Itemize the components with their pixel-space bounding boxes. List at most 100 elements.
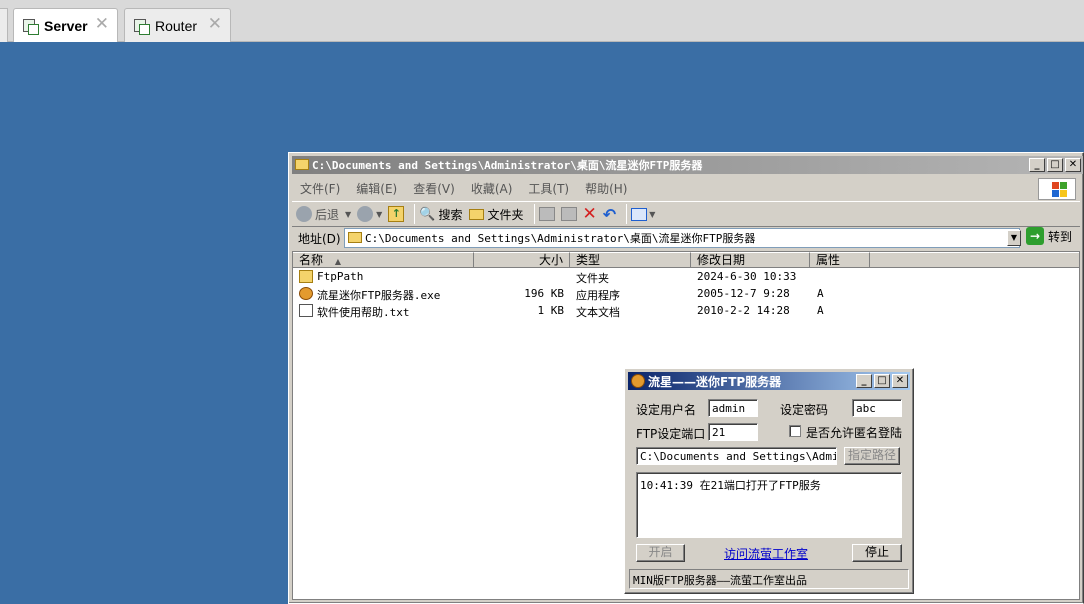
stop-button[interactable]: 停止	[852, 544, 902, 562]
views-icon	[631, 207, 648, 221]
file-attributes: A	[817, 287, 824, 300]
toolbar-separator	[533, 204, 535, 224]
file-attributes: A	[817, 304, 824, 317]
file-name: 流星迷你FTP服务器.exe	[317, 289, 441, 302]
file-size: 1 KB	[537, 304, 565, 317]
status-bar: MIN版FTP服务器——流萤工作室出品	[629, 569, 909, 589]
close-tab-icon[interactable]: ✕	[208, 14, 222, 34]
folder-icon	[468, 208, 484, 220]
maximize-button[interactable]: □	[874, 374, 890, 388]
password-input[interactable]: abc	[852, 399, 902, 417]
file-row[interactable]: 软件使用帮助.txt 1 KB 文本文档 2010-2-2 14:28 A	[293, 303, 1073, 320]
file-modified: 2005-12-7 9:28	[697, 287, 790, 300]
ftp-server-dialog: 流星——迷你FTP服务器 _ □ ✕ 设定用户名 admin 设定密码 abc …	[624, 368, 914, 594]
views-button[interactable]: ▼	[631, 207, 656, 221]
delete-button[interactable]: ✕	[583, 204, 597, 224]
column-header-empty	[870, 252, 1079, 268]
file-size: 196 KB	[524, 287, 564, 300]
copy-to-icon	[560, 207, 577, 221]
file-type: 应用程序	[576, 289, 620, 302]
toolbar: 后退 ▼ ▼ ↑ 🔍 搜索 文件夹 ✕ ↶ ▼	[292, 201, 1080, 227]
forward-arrow-icon	[357, 206, 374, 222]
app-icon	[299, 287, 313, 300]
go-arrow-icon: →	[1026, 227, 1044, 245]
back-button[interactable]: 后退 ▼	[296, 206, 351, 223]
column-header-name[interactable]: 名称 ▲	[293, 252, 474, 268]
folders-button[interactable]: 文件夹	[468, 206, 524, 223]
file-type: 文件夹	[576, 272, 609, 285]
host-tab-router[interactable]: Router ✕	[124, 8, 231, 42]
file-type: 文本文档	[576, 306, 620, 319]
close-button[interactable]: ✕	[892, 374, 908, 388]
column-header-size[interactable]: 大小	[474, 252, 570, 268]
studio-link[interactable]: 访问流萤工作室	[724, 545, 808, 562]
forward-button[interactable]: ▼	[357, 206, 382, 222]
sort-ascending-icon: ▲	[334, 257, 341, 266]
set-path-button[interactable]: 指定路径	[844, 447, 900, 465]
dropdown-arrow-icon: ▼	[649, 209, 656, 219]
address-input[interactable]: C:\Documents and Settings\Administrator\…	[344, 228, 1020, 248]
move-to-button[interactable]	[538, 207, 555, 221]
delete-x-icon: ✕	[582, 204, 597, 224]
host-tab-server[interactable]: Server ✕	[13, 8, 118, 42]
menu-favorites[interactable]: 收藏(A)	[463, 180, 521, 197]
file-modified: 2010-2-2 14:28	[697, 304, 790, 317]
username-label: 设定用户名	[636, 403, 697, 417]
anonymous-checkbox[interactable]	[789, 425, 801, 437]
column-header-modified[interactable]: 修改日期	[691, 252, 810, 268]
menu-view[interactable]: 查看(V)	[405, 180, 463, 197]
move-to-icon	[538, 207, 555, 221]
folder-icon	[348, 232, 362, 243]
close-button[interactable]: ✕	[1065, 158, 1081, 172]
menu-file[interactable]: 文件(F)	[292, 180, 348, 197]
column-header-type[interactable]: 类型	[570, 252, 691, 268]
address-label: 地址(D)	[298, 232, 341, 246]
virtual-machine-icon	[133, 18, 150, 35]
column-headers: 名称 ▲ 大小 类型 修改日期 属性	[293, 252, 1079, 268]
start-button[interactable]: 开启	[636, 544, 685, 562]
address-dropdown-button[interactable]: ▼	[1007, 230, 1021, 246]
ftp-title-bar[interactable]: 流星——迷你FTP服务器 _ □ ✕	[628, 372, 910, 390]
virtual-machine-icon	[22, 18, 39, 35]
menu-tools[interactable]: 工具(T)	[520, 180, 577, 197]
host-tab-label: Server	[44, 17, 88, 34]
username-input[interactable]: admin	[708, 399, 758, 417]
folder-icon	[295, 159, 309, 170]
host-tab-strip: Server ✕ Router ✕	[0, 0, 1084, 42]
file-row[interactable]: 流星迷你FTP服务器.exe 196 KB 应用程序 2005-12-7 9:2…	[293, 286, 1073, 303]
search-icon: 🔍	[419, 206, 436, 222]
host-tab-partial[interactable]	[0, 8, 8, 42]
menu-help[interactable]: 帮助(H)	[577, 180, 635, 197]
file-name: 软件使用帮助.txt	[317, 306, 410, 319]
windows-logo-icon	[1038, 178, 1076, 200]
go-button[interactable]: → 转到	[1026, 227, 1072, 245]
file-row[interactable]: FtpPath 文件夹 2024-6-30 10:33	[293, 269, 1073, 286]
maximize-button[interactable]: □	[1047, 158, 1063, 172]
toolbar-separator	[626, 204, 628, 224]
folder-icon	[299, 270, 313, 283]
menu-edit[interactable]: 编辑(E)	[348, 180, 405, 197]
text-file-icon	[299, 304, 313, 317]
host-tab-label: Router	[155, 17, 198, 34]
port-label: FTP设定端口	[636, 427, 706, 441]
undo-button[interactable]: ↶	[603, 205, 616, 224]
ftp-log-area[interactable]: 10:41:39 在21端口打开了FTP服务	[636, 472, 902, 538]
up-folder-button[interactable]: ↑	[388, 206, 405, 222]
explorer-title: C:\Documents and Settings\Administrator\…	[312, 159, 703, 172]
address-bar: 地址(D) C:\Documents and Settings\Administ…	[292, 227, 1080, 249]
close-tab-icon[interactable]: ✕	[95, 14, 109, 34]
anonymous-label: 是否允许匿名登陆	[806, 426, 903, 440]
back-arrow-icon	[296, 206, 312, 222]
minimize-button[interactable]: _	[856, 374, 872, 388]
minimize-button[interactable]: _	[1029, 158, 1045, 172]
search-button[interactable]: 🔍 搜索	[419, 206, 462, 223]
undo-icon: ↶	[602, 204, 617, 224]
file-name: FtpPath	[317, 270, 364, 283]
dropdown-arrow-icon: ▼	[376, 209, 383, 219]
copy-to-button[interactable]	[560, 207, 577, 221]
column-header-attributes[interactable]: 属性	[810, 252, 870, 268]
port-input[interactable]: 21	[708, 423, 758, 441]
path-input[interactable]: C:\Documents and Settings\Adminis	[636, 447, 837, 465]
explorer-title-bar[interactable]: C:\Documents and Settings\Administrator\…	[292, 156, 1083, 174]
ftp-app-icon	[631, 374, 645, 388]
